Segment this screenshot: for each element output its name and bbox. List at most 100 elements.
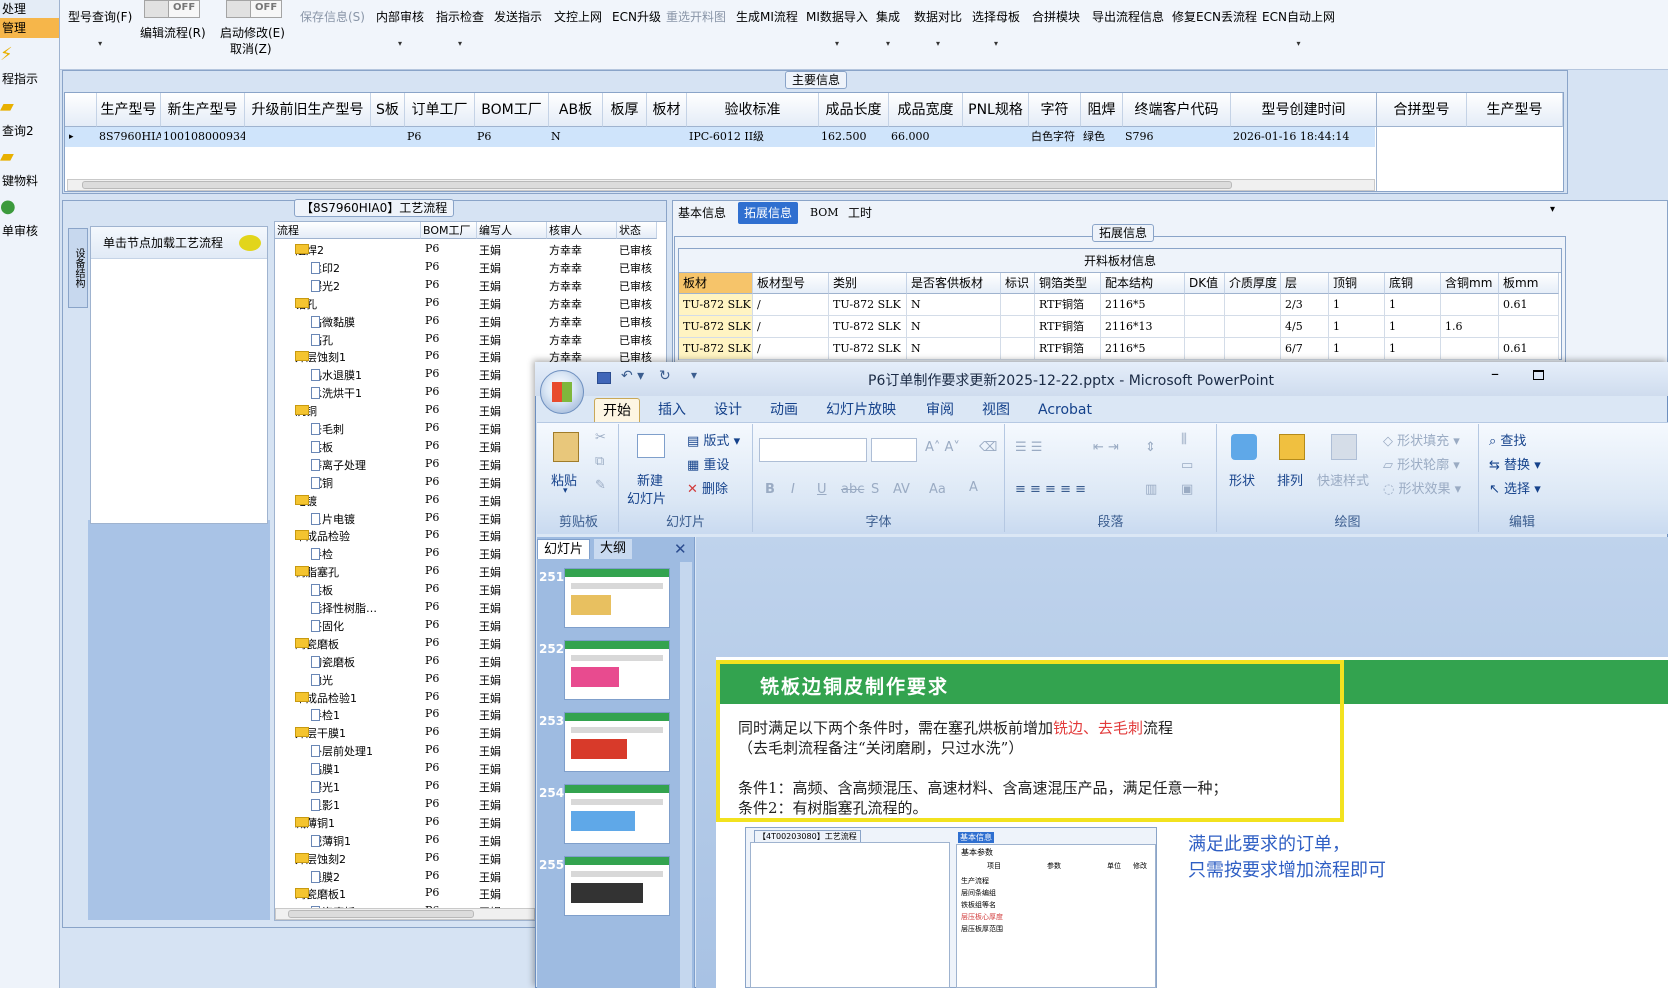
char-spacing-icon[interactable]: AV bbox=[893, 482, 910, 497]
merge-module-button[interactable]: 合拼模块 bbox=[1032, 8, 1080, 25]
arrange-button[interactable]: 排列 bbox=[1277, 470, 1303, 489]
instruction-check-button[interactable]: 指示检查 ▾ bbox=[436, 8, 484, 48]
data-compare-button[interactable]: 数据对比 ▾ bbox=[914, 8, 962, 48]
col-status[interactable]: 状态 bbox=[617, 222, 657, 239]
model-query-button[interactable]: 型号查询(F) ▾ bbox=[68, 8, 132, 48]
slide-thumbnail[interactable] bbox=[564, 568, 670, 628]
strikethrough-icon[interactable]: abc bbox=[841, 482, 864, 497]
slide-thumbnail[interactable] bbox=[564, 640, 670, 700]
ext-col-1[interactable]: 板材型号 bbox=[753, 273, 829, 294]
smartart-icon[interactable]: ▣ bbox=[1181, 482, 1193, 497]
main-col-6[interactable]: AB板 bbox=[549, 93, 603, 127]
slide-thumbnail[interactable] bbox=[564, 856, 670, 916]
delete-button[interactable]: ✕ 删除 bbox=[687, 478, 728, 497]
nav-item-order-review[interactable]: ● 单审核 bbox=[0, 196, 60, 244]
col-production-model[interactable]: 生产型号 bbox=[1467, 93, 1563, 127]
quick-style-button[interactable]: 快速样式 bbox=[1317, 470, 1369, 489]
ppt-tab-home[interactable]: 开始 bbox=[594, 398, 640, 422]
ext-col-0[interactable]: 板材 bbox=[679, 273, 753, 294]
col-bom-factory[interactable]: BOM工厂 bbox=[421, 222, 477, 239]
nav-item-key-material[interactable]: ▰ 键物料 bbox=[0, 146, 60, 194]
ext-col-6[interactable]: 配本结构 bbox=[1101, 273, 1185, 294]
ecn-auto-online-button[interactable]: ECN自动上网 ▾ bbox=[1262, 8, 1335, 48]
ext-col-8[interactable]: 介质厚度 bbox=[1225, 273, 1281, 294]
save-icon[interactable] bbox=[597, 372, 611, 384]
cut-icon[interactable]: ✂ bbox=[595, 430, 606, 445]
grow-font-icon[interactable]: A˄ A˅ bbox=[925, 440, 960, 455]
mi-import-button[interactable]: MI数据导入 ▾ bbox=[806, 8, 868, 48]
col-merge-model[interactable]: 合拼型号 bbox=[1377, 93, 1467, 127]
ext-col-5[interactable]: 铜箔类型 bbox=[1035, 273, 1101, 294]
main-col-5[interactable]: BOM工厂 bbox=[475, 93, 549, 127]
main-col-1[interactable]: 新生产型号 bbox=[161, 93, 245, 127]
tab-slides[interactable]: 幻灯片 bbox=[537, 539, 591, 559]
ext-col-12[interactable]: 含铜mm bbox=[1441, 273, 1499, 294]
shadow-icon[interactable]: S bbox=[871, 482, 879, 497]
clear-format-icon[interactable]: ⌫ bbox=[979, 440, 997, 455]
doc-online-button[interactable]: 文控上网 bbox=[554, 8, 602, 25]
nav-item-selected[interactable]: 管理 bbox=[0, 18, 59, 38]
tab-outline[interactable]: 大纲 bbox=[594, 539, 633, 559]
align-left-icon[interactable]: ≡ ≡ ≡ ≡ ≡ bbox=[1015, 482, 1086, 497]
main-col-16[interactable]: 型号创建时间 bbox=[1231, 93, 1377, 127]
ext-col-4[interactable]: 标识 bbox=[1001, 273, 1035, 294]
ext-col-7[interactable]: DK值 bbox=[1185, 273, 1225, 294]
text-direction-icon[interactable]: ⫼ bbox=[1181, 432, 1187, 447]
indent-icon[interactable]: ⇤ ⇥ bbox=[1093, 440, 1119, 455]
italic-icon[interactable]: I bbox=[791, 482, 795, 497]
col-reviewer[interactable]: 核审人 bbox=[547, 222, 617, 239]
start-modify-toggle[interactable]: OFF bbox=[226, 0, 282, 18]
font-size-combo[interactable] bbox=[871, 438, 917, 462]
nav-item-process-instruction[interactable]: ⚡ 程指示 bbox=[0, 44, 60, 92]
send-instruction-button[interactable]: 发送指示 bbox=[494, 8, 542, 25]
tree-horizontal-scrollbar[interactable] bbox=[275, 908, 535, 920]
shape-button[interactable]: 形状 bbox=[1229, 470, 1255, 489]
replace-button[interactable]: ⇆ 替换 ▾ bbox=[1489, 454, 1541, 473]
select-button[interactable]: ↖ 选择 ▾ bbox=[1489, 478, 1541, 497]
office-button[interactable] bbox=[540, 370, 584, 414]
ext-col-11[interactable]: 底铜 bbox=[1385, 273, 1441, 294]
layout-button[interactable]: ▤ 版式 ▾ bbox=[687, 430, 740, 449]
gen-mi-flow-button[interactable]: 生成MI流程 bbox=[736, 8, 798, 25]
select-mother-board-button[interactable]: 选择母板 ▾ bbox=[972, 8, 1020, 48]
tree-row[interactable]: 钻微黏膜 P6 王娟 方幸幸 已审核 bbox=[275, 312, 666, 330]
find-button[interactable]: ⌕ 查找 bbox=[1489, 430, 1526, 449]
ppt-tab-acrobat[interactable]: Acrobat bbox=[1030, 398, 1100, 422]
main-col-13[interactable]: 字符 bbox=[1029, 93, 1081, 127]
tab-ext-info[interactable]: 拓展信息 bbox=[738, 202, 799, 224]
maximize-icon[interactable] bbox=[1533, 370, 1544, 380]
ppt-tab-view[interactable]: 视图 bbox=[974, 398, 1018, 422]
integrate-button[interactable]: 集成 ▾ bbox=[876, 8, 900, 48]
main-col-9[interactable]: 验收标准 bbox=[687, 93, 819, 127]
ppt-tab-design[interactable]: 设计 bbox=[706, 398, 750, 422]
shape-effect-button[interactable]: ◌ 形状效果 ▾ bbox=[1383, 478, 1461, 497]
internal-review-button[interactable]: 内部审核 ▾ bbox=[376, 8, 424, 48]
main-col-4[interactable]: 订单工厂 bbox=[405, 93, 475, 127]
save-info-button[interactable]: 保存信息(S) bbox=[300, 8, 365, 25]
ecn-upgrade-button[interactable]: ECN升级 bbox=[612, 8, 661, 25]
slide-thumbnail[interactable] bbox=[564, 712, 670, 772]
ext-col-2[interactable]: 类别 bbox=[829, 273, 907, 294]
horizontal-scrollbar[interactable] bbox=[67, 179, 1375, 191]
main-col-14[interactable]: 阻焊 bbox=[1081, 93, 1123, 127]
font-name-combo[interactable] bbox=[759, 438, 867, 462]
tree-row[interactable]: −阻焊2P6王娟方幸幸已审核 bbox=[275, 240, 666, 258]
shape-fill-button[interactable]: ◇ 形状填充 ▾ bbox=[1383, 430, 1460, 449]
redo-icon[interactable]: ↻ bbox=[659, 368, 671, 384]
minimize-icon[interactable]: – bbox=[1491, 364, 1499, 383]
ext-col-13[interactable]: 板mm bbox=[1499, 273, 1559, 294]
tree-row[interactable]: −钻孔P6王娟方幸幸已审核 bbox=[275, 294, 666, 312]
pane-scrollbar[interactable] bbox=[680, 562, 692, 988]
main-col-10[interactable]: 成品长度 bbox=[819, 93, 889, 127]
tab-bom[interactable]: BOM bbox=[804, 202, 845, 224]
underline-icon[interactable]: U bbox=[817, 482, 827, 497]
ppt-tab-insert[interactable]: 插入 bbox=[650, 398, 694, 422]
tab-basic-info[interactable]: 基本信息 bbox=[672, 202, 732, 224]
col-writer[interactable]: 编写人 bbox=[477, 222, 547, 239]
tab-work-hours[interactable]: 工时 bbox=[842, 202, 878, 224]
tree-row[interactable]: 曝光2 P6 王娟 方幸幸 已审核 bbox=[275, 276, 666, 294]
font-color-icon[interactable]: A bbox=[969, 480, 978, 495]
export-flow-button[interactable]: 导出流程信息 bbox=[1092, 8, 1164, 25]
bullets-icon[interactable]: ☰ ☰ bbox=[1015, 440, 1042, 455]
new-slide-button[interactable]: 新建 bbox=[637, 470, 663, 489]
